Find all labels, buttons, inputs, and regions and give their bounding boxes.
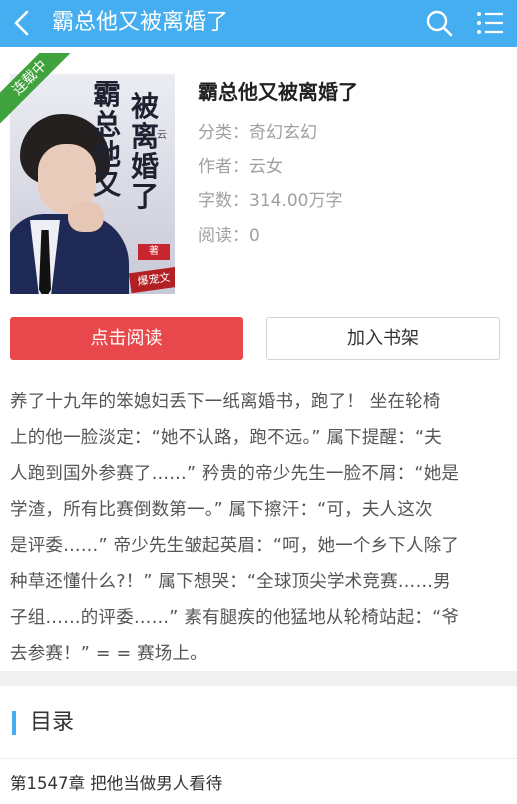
back-button[interactable] bbox=[8, 6, 34, 40]
chevron-left-icon bbox=[14, 10, 29, 36]
add-to-shelf-button[interactable]: 加入书架 bbox=[266, 317, 500, 360]
page-title: 霸总他又被离婚了 bbox=[52, 10, 229, 35]
book-author: 作者：云女 bbox=[198, 157, 283, 177]
synopsis-line: 子组……的评委……” 素有腿疾的他猛地从轮椅站起：“爷 bbox=[10, 608, 460, 628]
cover-title-art: 霸 总 他 又 被 离 婚 了 云 bbox=[93, 78, 167, 213]
chapter-item[interactable]: 第1547章 把他当做男人看待 bbox=[10, 770, 222, 798]
search-icon bbox=[426, 10, 453, 37]
synopsis-line: 种草还懂什么?！” 属下想哭：“全球顶尖学术竞赛……男 bbox=[10, 572, 451, 592]
status-ribbon-label: 连载中 bbox=[0, 53, 70, 123]
section-divider bbox=[0, 671, 517, 686]
toc-accent-bar bbox=[12, 711, 16, 735]
menu-button[interactable] bbox=[472, 6, 508, 40]
cover-corner-text: 云 bbox=[157, 130, 167, 141]
book-title: 霸总他又被离婚了 bbox=[198, 80, 358, 104]
synopsis-line: 上的他一脸淡定：“她不认路，跑不远。” 属下提醒：“夫 bbox=[10, 428, 442, 448]
toc-divider bbox=[0, 758, 517, 759]
book-synopsis: 养了十九年的笨媳妇丢下一纸离婚书，跑了！ 坐在轮椅 上的他一脸淡定：“她不认路，… bbox=[10, 384, 508, 672]
synopsis-line: 学渣，所有比赛倒数第一。” 属下擦汗：“可，夫人这次 bbox=[10, 500, 433, 520]
list-menu-icon bbox=[477, 12, 503, 34]
cover-genre-tag: 爆宠文 bbox=[128, 266, 175, 294]
search-button[interactable] bbox=[422, 6, 456, 40]
book-category: 分类：奇幻玄幻 bbox=[198, 123, 317, 143]
top-app-bar: 霸总他又被离婚了 bbox=[0, 0, 517, 47]
read-now-button[interactable]: 点击阅读 bbox=[10, 317, 243, 360]
book-read-count: 阅读：0 bbox=[198, 226, 260, 246]
toc-heading: 目录 bbox=[30, 710, 75, 735]
synopsis-line: 人跑到国外参赛了……” 矜贵的帝少先生一脸不屑：“她是 bbox=[10, 464, 460, 484]
synopsis-line: 去参赛！” = = 赛场上。 bbox=[10, 644, 208, 664]
status-ribbon: 连载中 bbox=[0, 53, 70, 123]
book-word-count: 字数：314.00万字 bbox=[198, 191, 343, 211]
synopsis-line: 是评委……” 帝少先生皱起英眉：“呵，她一个乡下人除了 bbox=[10, 536, 460, 556]
synopsis-line: 养了十九年的笨媳妇丢下一纸离婚书，跑了！ 坐在轮椅 bbox=[10, 392, 441, 412]
cover-author-tag: 著 bbox=[138, 244, 170, 260]
